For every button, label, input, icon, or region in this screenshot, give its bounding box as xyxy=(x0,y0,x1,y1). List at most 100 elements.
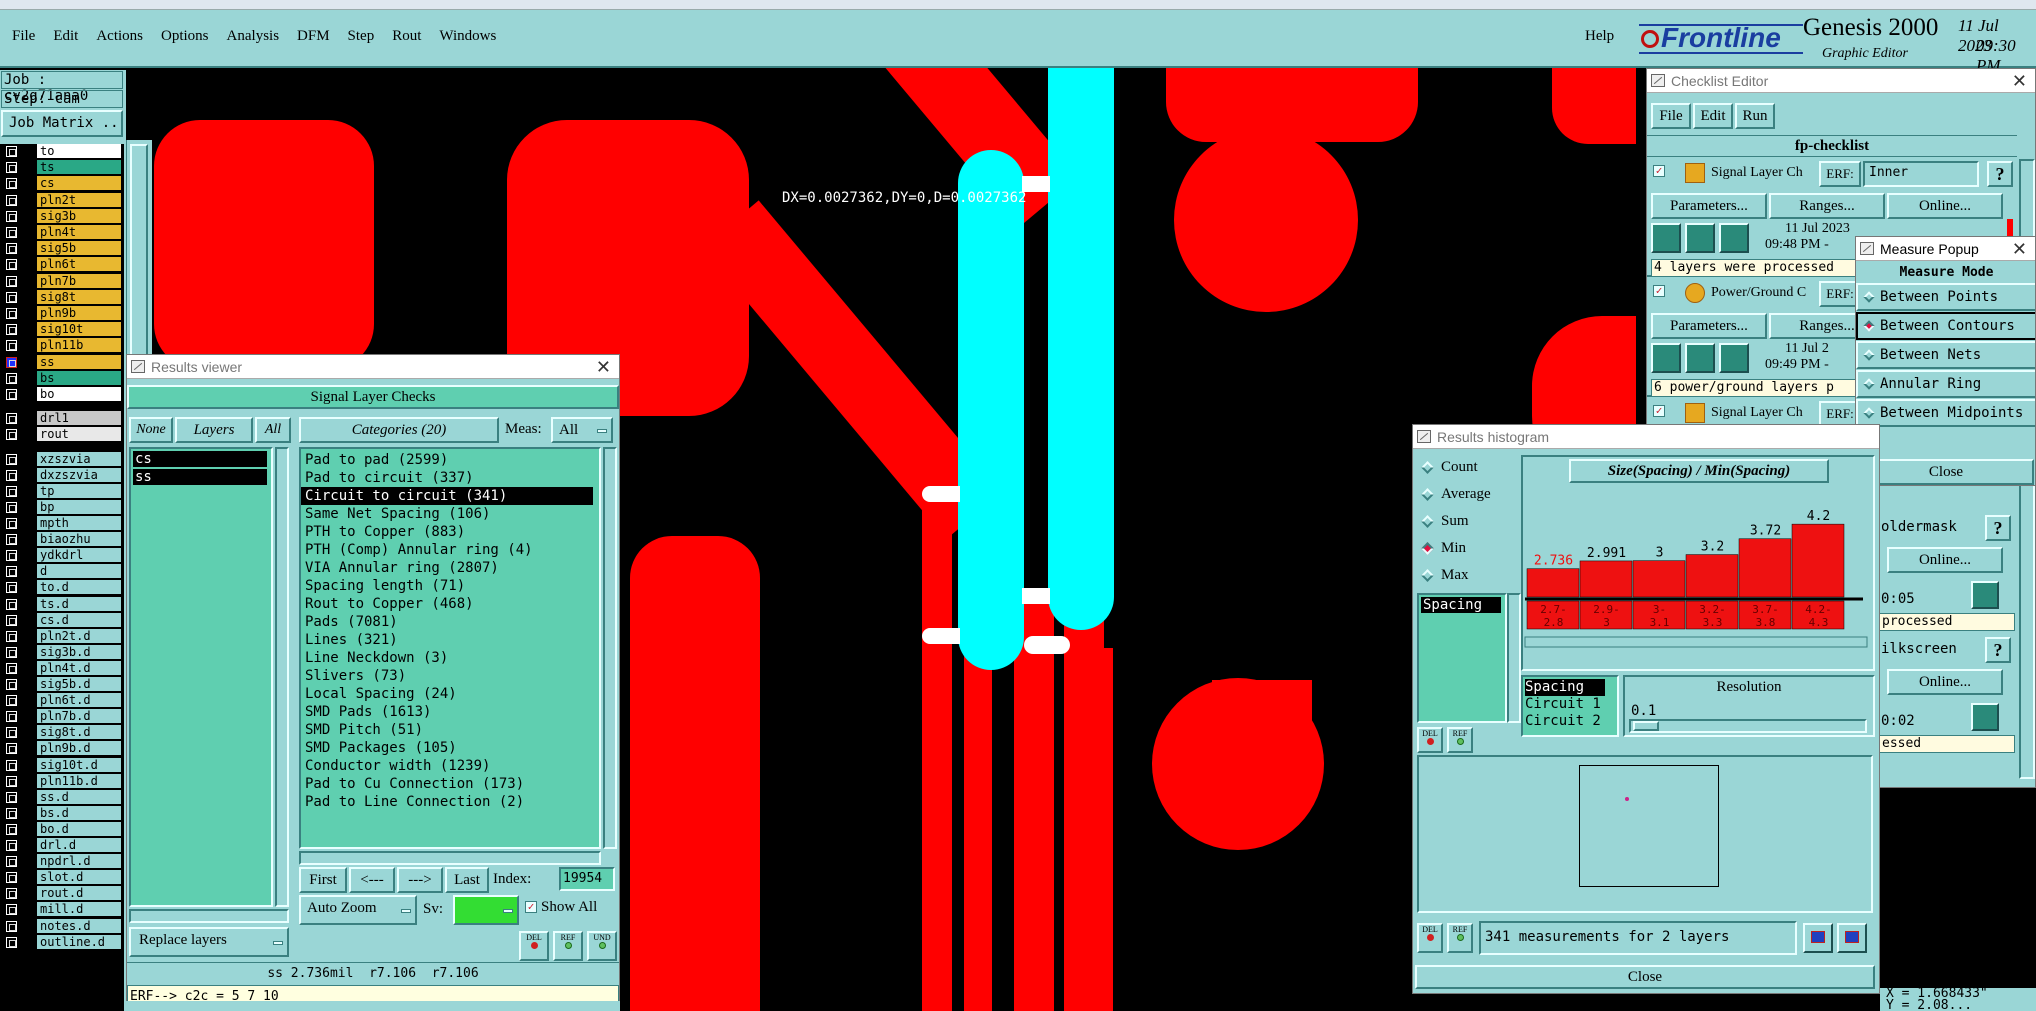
layer-row[interactable]: cs xyxy=(0,176,122,191)
category-item[interactable]: Same Net Spacing (106) xyxy=(301,505,593,523)
layer-checkbox[interactable] xyxy=(6,856,17,868)
histogram-bar[interactable] xyxy=(1791,523,1845,598)
layer-row[interactable]: pln9b.d xyxy=(0,741,122,756)
prev-button[interactable]: <--- xyxy=(349,867,395,893)
histogram-bar[interactable] xyxy=(1579,560,1633,598)
measure-mode-option[interactable]: Between Points xyxy=(1856,283,2035,311)
result-layer-item[interactable]: ss xyxy=(133,469,267,485)
layer-row[interactable]: bo.d xyxy=(0,821,122,837)
menu-dfm[interactable]: DFM xyxy=(297,28,330,45)
layer-row[interactable]: d xyxy=(0,564,122,579)
layer-row[interactable]: sig3b.d xyxy=(0,644,122,660)
next-button[interactable]: ---> xyxy=(397,867,443,893)
zoom-icon[interactable] xyxy=(1971,703,1999,731)
layer-checkbox[interactable] xyxy=(6,194,17,206)
menu-analysis[interactable]: Analysis xyxy=(227,28,280,45)
layer-row[interactable]: slot.d xyxy=(0,870,122,885)
parameters-button[interactable]: Parameters... xyxy=(1651,193,1767,219)
layer-row[interactable]: ydkdrl xyxy=(0,548,122,563)
category-item[interactable]: Line Neckdown (3) xyxy=(301,649,593,667)
layer-checkbox[interactable] xyxy=(6,243,17,255)
category-item[interactable]: SMD Pads (1613) xyxy=(301,703,593,721)
category-hscroll[interactable] xyxy=(299,851,601,865)
layer-checkbox[interactable] xyxy=(6,936,17,948)
close-icon[interactable]: ✕ xyxy=(2012,237,2027,261)
meas-dropdown[interactable]: All xyxy=(551,417,613,443)
stat-option[interactable]: Max xyxy=(1419,565,1519,592)
layer-checkbox[interactable] xyxy=(6,534,17,546)
layer-checkbox[interactable] xyxy=(6,146,17,157)
histogram-bar[interactable] xyxy=(1685,554,1739,598)
row-checkbox[interactable]: ✓ xyxy=(1653,165,1665,177)
expand-icon[interactable] xyxy=(1803,923,1833,953)
help-button[interactable]: ? xyxy=(1987,161,2013,187)
menu-windows[interactable]: Windows xyxy=(439,28,496,45)
layer-checkbox[interactable] xyxy=(6,727,17,739)
measure-mode-option[interactable]: Between Contours xyxy=(1856,312,2035,340)
layer-checkbox[interactable] xyxy=(6,743,17,755)
layer-checkbox[interactable] xyxy=(6,759,17,771)
ranges-button[interactable]: Ranges... xyxy=(1769,193,1885,219)
layer-checkbox[interactable] xyxy=(6,598,17,610)
online-button[interactable]: Online... xyxy=(1887,193,2003,219)
close-icon[interactable]: ✕ xyxy=(596,355,611,379)
layer-row[interactable]: to.d xyxy=(0,580,122,595)
layer-checkbox[interactable] xyxy=(6,662,17,674)
layer-row[interactable]: pln6t xyxy=(0,257,122,272)
layer-row[interactable]: ts.d xyxy=(0,596,122,612)
layer-checkbox[interactable] xyxy=(6,646,17,658)
layer-checkbox[interactable] xyxy=(6,840,17,851)
layer-row[interactable]: ts xyxy=(0,160,122,175)
layer-checkbox[interactable] xyxy=(6,469,17,481)
histogram-scrollbar[interactable] xyxy=(1524,636,1868,648)
layer-row[interactable]: ss.d xyxy=(0,789,122,805)
category-item[interactable]: Pad to pad (2599) xyxy=(301,451,593,469)
layer-row[interactable]: sig5b.d xyxy=(0,677,122,692)
checklist-titlebar[interactable]: Checklist Editor ✕ xyxy=(1647,69,2035,93)
category-item[interactable]: Spacing length (71) xyxy=(301,577,593,595)
measure-list-scroll[interactable] xyxy=(1507,593,1521,723)
layer-checkbox[interactable] xyxy=(6,711,17,723)
layer-checkbox[interactable] xyxy=(6,162,17,174)
layer-checkbox[interactable] xyxy=(6,227,17,238)
measure-list-item[interactable]: Spacing xyxy=(1421,597,1501,613)
histogram-bar[interactable] xyxy=(1632,560,1686,598)
measure-mode-option[interactable]: Annular Ring xyxy=(1856,370,2035,398)
checklist-file-menu[interactable]: File xyxy=(1651,103,1691,129)
hist-preview-ref-button[interactable]: REF xyxy=(1447,923,1473,953)
layer-row[interactable]: bo xyxy=(0,387,122,402)
hist-preview-del-button[interactable]: DEL xyxy=(1417,923,1443,953)
layer-checkbox[interactable] xyxy=(6,413,17,425)
layer-checkbox[interactable] xyxy=(6,775,17,787)
layer-checkbox[interactable] xyxy=(6,904,17,916)
category-item[interactable]: SMD Packages (105) xyxy=(301,739,593,757)
layer-row[interactable]: sig10t.d xyxy=(0,757,122,773)
layer-row[interactable]: dxzszvia xyxy=(0,467,122,483)
online-button[interactable]: Online... xyxy=(1887,669,2003,695)
layer-row[interactable]: drl.d xyxy=(0,838,122,853)
layers-button[interactable]: Layers xyxy=(175,417,253,443)
help-button[interactable]: ? xyxy=(1985,637,2011,663)
layer-checkbox[interactable] xyxy=(6,791,17,803)
run-icon[interactable] xyxy=(1685,343,1715,373)
menu-rout[interactable]: Rout xyxy=(392,28,421,45)
layer-checkbox[interactable] xyxy=(6,807,17,819)
layer-row[interactable]: tp xyxy=(0,483,122,499)
layer-row[interactable]: notes.d xyxy=(0,918,122,934)
attr-list-item[interactable]: Circuit 1 xyxy=(1525,696,1615,713)
stat-option[interactable]: Average xyxy=(1419,484,1519,511)
zoom-icon[interactable] xyxy=(1971,581,1999,609)
layer-row[interactable]: mpth xyxy=(0,516,122,531)
histogram-bar[interactable] xyxy=(1526,568,1580,598)
layer-row[interactable]: sig5b xyxy=(0,241,122,256)
layer-row[interactable]: bs xyxy=(0,370,122,386)
collapse-icon[interactable] xyxy=(1837,923,1867,953)
row-checkbox[interactable]: ✓ xyxy=(1653,285,1665,297)
job-matrix-button[interactable]: Job Matrix ... xyxy=(1,110,123,137)
layer-checkbox[interactable] xyxy=(6,679,17,690)
layer-checkbox[interactable] xyxy=(6,888,17,900)
result-layer-item[interactable]: cs xyxy=(133,451,267,467)
category-item[interactable]: Lines (321) xyxy=(301,631,593,649)
category-item[interactable]: Pad to circuit (337) xyxy=(301,469,593,487)
layer-row[interactable]: bs.d xyxy=(0,805,122,821)
